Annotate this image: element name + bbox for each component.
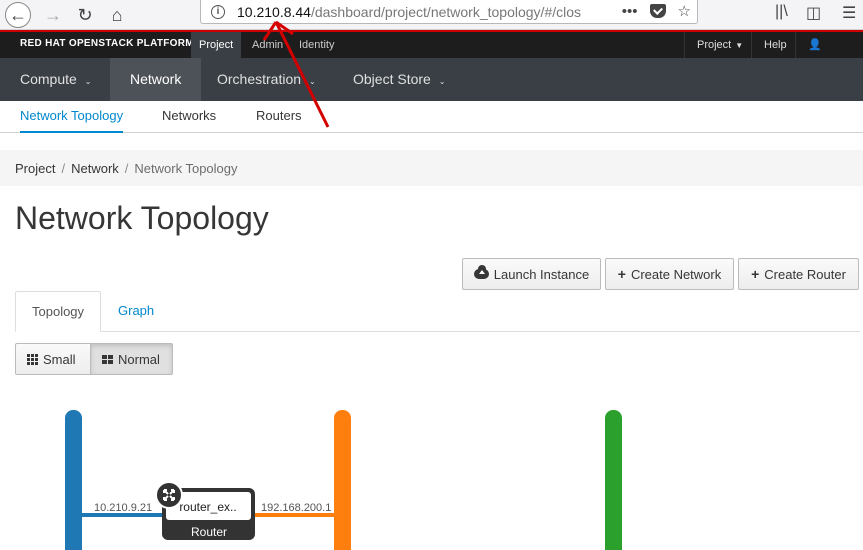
- url-text[interactable]: 10.210.8.44/dashboard/project/network_to…: [237, 4, 592, 20]
- network-bar-external[interactable]: [65, 410, 82, 550]
- project-menu-label: Project: [697, 39, 732, 51]
- breadcrumb-separator: /: [61, 160, 66, 176]
- brand-logo[interactable]: RED HAT OPENSTACK PLATFORM: [20, 38, 194, 49]
- nav-orchestration[interactable]: Orchestration ⌄: [197, 58, 336, 101]
- launch-instance-button[interactable]: Launch Instance: [462, 258, 601, 290]
- breadcrumb: Project / Network / Network Topology: [0, 150, 863, 186]
- right-port-ip: 192.168.200.1: [261, 502, 331, 514]
- router-node[interactable]: router_ex.. Router: [155, 481, 255, 540]
- small-toggle-label: Small: [43, 351, 76, 367]
- tab-graph[interactable]: Graph: [102, 291, 170, 332]
- router-name: router_ex..: [179, 500, 236, 514]
- nav-object-store[interactable]: Object Store ⌄: [333, 58, 465, 101]
- mast-tab-admin[interactable]: Admin: [244, 32, 291, 58]
- menu-icon[interactable]: ☰: [842, 3, 856, 23]
- tab-topology[interactable]: Topology: [15, 291, 102, 332]
- small-toggle-button[interactable]: Small: [15, 343, 91, 375]
- create-router-label: Create Router: [764, 266, 846, 282]
- nav-compute-label: Compute: [20, 71, 77, 87]
- chevron-down-icon: ⌄: [308, 77, 316, 86]
- app-root: ← → ↻ ⌂ i 10.210.8.44/dashboard/project/…: [0, 0, 863, 550]
- launch-instance-label: Launch Instance: [493, 266, 590, 282]
- user-icon: 👤: [808, 39, 822, 51]
- back-arrow-icon[interactable]: ←: [5, 2, 31, 28]
- library-icon[interactable]: ||\: [775, 3, 788, 21]
- pocket-icon[interactable]: [649, 4, 666, 18]
- user-menu[interactable]: 👤 admin▼: [795, 32, 863, 77]
- mast-tab-project[interactable]: Project: [191, 32, 242, 58]
- breadcrumb-network[interactable]: Network: [71, 161, 119, 176]
- subnav-networks[interactable]: Networks: [162, 101, 216, 133]
- network-bar-internal[interactable]: [334, 410, 351, 550]
- mast-tab-identity[interactable]: Identity: [291, 32, 342, 58]
- normal-toggle-button[interactable]: Normal: [90, 343, 173, 375]
- left-port-ip: 10.210.9.21: [94, 502, 152, 514]
- info-icon[interactable]: i: [211, 4, 225, 19]
- nav-compute[interactable]: Compute ⌄: [0, 58, 111, 101]
- browser-toolbar: ← → ↻ ⌂ i 10.210.8.44/dashboard/project/…: [0, 0, 863, 30]
- page-title: Network Topology: [15, 200, 269, 236]
- plus-icon: +: [751, 266, 760, 282]
- nav-orchestration-label: Orchestration: [217, 71, 302, 87]
- breadcrumb-separator: /: [124, 160, 129, 176]
- url-path: /dashboard/project/network_topology/#/cl…: [310, 3, 582, 20]
- network-bar-third[interactable]: [605, 410, 622, 550]
- reload-icon[interactable]: ↻: [72, 2, 98, 28]
- topology-canvas[interactable]: 10.210.9.21 192.168.200.1 router_ex.. Ro…: [0, 380, 863, 550]
- breadcrumb-project[interactable]: Project: [15, 161, 55, 176]
- chevron-down-icon: ▼: [735, 41, 744, 50]
- home-icon[interactable]: ⌂: [104, 2, 130, 28]
- grid-small-icon: [27, 353, 38, 365]
- plus-icon: +: [617, 266, 626, 282]
- cloud-upload-icon: [473, 265, 489, 279]
- sidebar-icon[interactable]: ◫: [806, 3, 821, 23]
- address-bar[interactable]: i 10.210.8.44/dashboard/project/network_…: [200, 0, 698, 24]
- breadcrumb-current: Network Topology: [134, 160, 238, 176]
- create-network-label: Create Network: [630, 266, 722, 282]
- subnav-routers[interactable]: Routers: [256, 101, 302, 133]
- chevron-down-icon: ⌄: [84, 77, 92, 86]
- primary-nav: Compute ⌄ Network Orchestration ⌄ Object…: [0, 58, 863, 101]
- nav-network[interactable]: Network: [110, 58, 202, 101]
- help-link[interactable]: Help: [751, 32, 799, 58]
- more-actions-icon[interactable]: •••: [622, 3, 638, 20]
- masthead: RED HAT OPENSTACK PLATFORM Project Admin…: [0, 30, 863, 77]
- bookmark-star-icon[interactable]: ☆: [678, 2, 691, 20]
- subnav-network-topology[interactable]: Network Topology: [20, 101, 124, 133]
- create-router-button[interactable]: + Create Router: [738, 258, 859, 290]
- grid-large-icon: [102, 354, 113, 364]
- project-menu[interactable]: Project ▼: [684, 32, 755, 58]
- normal-toggle-label: Normal: [118, 351, 160, 367]
- url-host: 10.210.8.44: [237, 3, 311, 20]
- nav-object-store-label: Object Store: [353, 71, 431, 87]
- create-network-button[interactable]: + Create Network: [605, 258, 734, 290]
- secondary-nav: Network Topology Networks Routers: [0, 101, 863, 133]
- forward-arrow-icon[interactable]: →: [40, 2, 66, 28]
- router-icon: [155, 481, 183, 509]
- chevron-down-icon: ⌄: [438, 77, 446, 86]
- router-type: Router: [191, 525, 227, 539]
